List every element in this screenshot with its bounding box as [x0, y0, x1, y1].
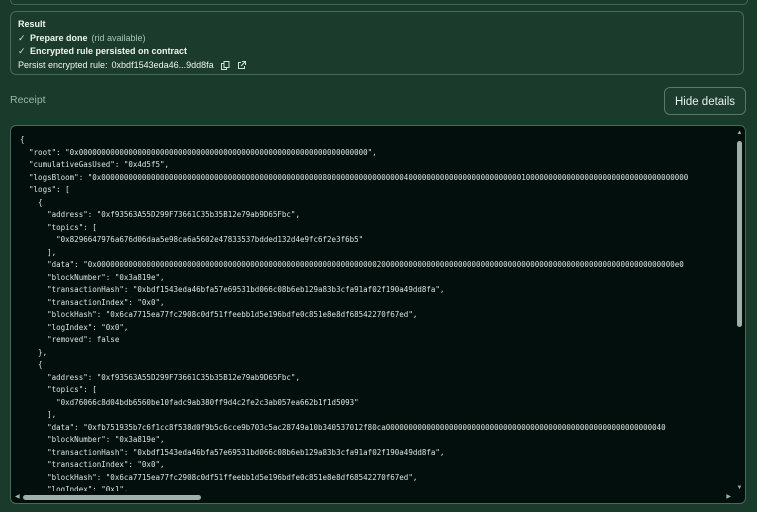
previous-panel-edge: [10, 0, 748, 5]
json-line: },: [20, 347, 48, 357]
json-line: "blockHash": "0x6ca7715ea77fc2908c0df51f…: [20, 310, 418, 319]
json-line: "data": "0xfb751935b7c6f1cc8f538d0f9b5c6…: [20, 422, 666, 432]
json-line: "address": "0xf93563A55D299F73661C35b35B…: [20, 372, 300, 382]
scroll-right-icon[interactable]: ▶: [726, 493, 731, 500]
horizontal-scrollbar[interactable]: ◀ ▶: [15, 493, 731, 501]
json-line: "logs": [: [20, 185, 70, 194]
json-line: "logIndex": "0x0",: [20, 322, 129, 332]
json-line: {: [20, 360, 43, 369]
json-line: "blockHash": "0x6ca7715ea77fc2908c0df51f…: [20, 472, 418, 482]
persist-rule-label: Persist encrypted rule:: [18, 59, 108, 70]
json-line: "data": "0x00000000000000000000000000000…: [20, 260, 684, 269]
json-line: "logIndex": "0x1",: [20, 485, 129, 491]
vertical-scrollbar[interactable]: ▲ ▼: [736, 130, 743, 491]
json-line: {: [20, 197, 43, 207]
persist-rule-row: Persist encrypted rule: 0xbdf1543eda46..…: [18, 59, 736, 73]
receipt-label: Receipt: [10, 94, 46, 106]
receipt-json-content: { "root": "0x000000000000000000000000000…: [20, 134, 733, 491]
scroll-left-icon[interactable]: ◀: [15, 493, 20, 500]
result-panel: Result ✓ Prepare done (rid available) ✓ …: [10, 11, 744, 75]
json-line: "0x8296647976a676d06daa5e98ca6a5602e4783…: [20, 235, 364, 244]
status-prepare-note: (rid available): [91, 32, 146, 43]
check-icon: ✓: [18, 32, 26, 43]
json-line: "cumulativeGasUsed": "0x4d5f5",: [20, 160, 170, 169]
check-icon: ✓: [18, 46, 26, 56]
scroll-up-icon[interactable]: ▲: [736, 130, 743, 136]
json-line: "topics": [: [20, 222, 97, 232]
status-persisted-label: Encrypted rule persisted on contract: [30, 46, 188, 56]
hide-details-button[interactable]: Hide details: [664, 87, 746, 115]
json-line: "transactionHash": "0xbdf1543eda46bfa57e…: [20, 285, 445, 294]
json-line: "transactionIndex": "0x0",: [20, 297, 165, 307]
status-prepare: ✓ Prepare done (rid available): [18, 32, 736, 46]
json-line: {: [20, 135, 25, 144]
receipt-json-viewer[interactable]: { "root": "0x000000000000000000000000000…: [10, 125, 746, 504]
json-line: "transactionIndex": "0x0",: [20, 460, 165, 469]
persist-rule-value: 0xbdf1543eda46...9dd8fa: [111, 59, 214, 70]
json-line: "blockNumber": "0x3a819e",: [20, 435, 165, 444]
json-line: "topics": [: [20, 385, 97, 394]
status-prepare-label: Prepare done: [30, 32, 88, 43]
horizontal-scroll-thumb[interactable]: [23, 495, 201, 500]
scroll-down-icon[interactable]: ▼: [736, 485, 743, 491]
json-line: "logsBloom": "0x000000000000000000000000…: [20, 172, 689, 182]
json-line: "0xd76066c8d04bdb6560be10fadc9ab380ff9d4…: [20, 397, 359, 407]
external-link-icon[interactable]: [237, 60, 246, 70]
copy-icon[interactable]: [220, 60, 230, 70]
json-line: "removed": false: [20, 335, 120, 344]
result-title: Result: [18, 19, 46, 29]
json-line: "address": "0xf93563A55D299F73661C35b35B…: [20, 210, 300, 219]
json-line: ],: [20, 410, 57, 419]
json-line: "root": "0x00000000000000000000000000000…: [20, 147, 377, 157]
json-line: "blockNumber": "0x3a819e",: [20, 272, 165, 282]
json-line: "transactionHash": "0xbdf1543eda46bfa57e…: [20, 447, 445, 457]
status-persisted: ✓ Encrypted rule persisted on contract: [18, 45, 736, 59]
json-line: ],: [20, 247, 57, 257]
vertical-scroll-thumb[interactable]: [737, 141, 742, 327]
